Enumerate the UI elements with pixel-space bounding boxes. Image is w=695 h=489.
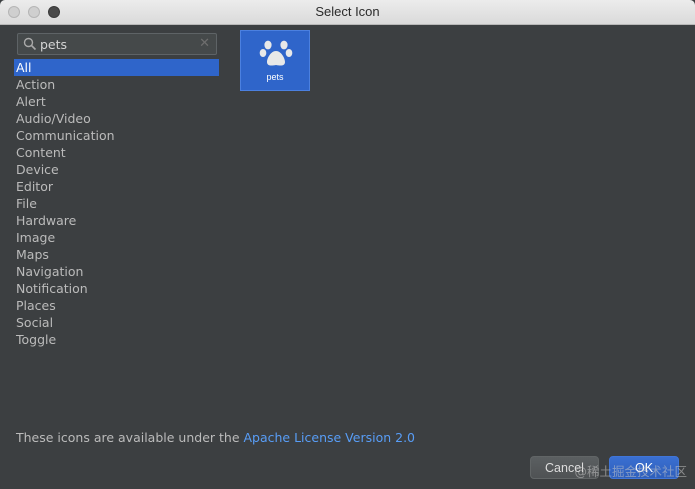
category-item-editor[interactable]: Editor [14,178,219,195]
ok-button[interactable]: OK [609,456,679,479]
category-item-alert[interactable]: Alert [14,93,219,110]
search-input[interactable] [40,35,190,53]
icon-tile-label: pets [266,72,284,82]
window-title: Select Icon [315,4,380,19]
title-bar: Select Icon [0,0,695,25]
license-text: These icons are available under the Apac… [16,430,415,445]
category-item-notification[interactable]: Notification [14,280,219,297]
category-item-file[interactable]: File [14,195,219,212]
select-icon-dialog: Select Icon ✕ AllActionAlertAudio/VideoC… [0,0,695,489]
category-item-places[interactable]: Places [14,297,219,314]
category-item-social[interactable]: Social [14,314,219,331]
cancel-button[interactable]: Cancel [530,456,599,479]
category-item-content[interactable]: Content [14,144,219,161]
license-link[interactable]: Apache License Version 2.0 [243,430,415,445]
category-item-device[interactable]: Device [14,161,219,178]
category-item-hardware[interactable]: Hardware [14,212,219,229]
category-list: All Action Alert Audio/Video Communication Co… [14,59,219,348]
category-item-communication[interactable]: Communication [14,127,219,144]
category-item-navigation[interactable]: Navigation [14,263,219,280]
search-box[interactable]: ✕ [17,33,217,55]
category-item-maps[interactable]: Maps [14,246,219,263]
category-item-audio-video[interactable]: Audio/Video [14,110,219,127]
search-icon [23,37,37,51]
category-item-toggle[interactable]: Toggle [14,331,219,348]
clear-search-icon[interactable]: ✕ [199,36,210,52]
category-item-image[interactable]: Image [14,229,219,246]
paw-icon [259,40,293,66]
icon-tile-pets[interactable]: pets [240,30,310,91]
license-prefix: These icons are available under the [16,430,244,445]
category-item-all[interactable]: All [14,59,219,76]
category-item-action[interactable]: Action [14,76,219,93]
